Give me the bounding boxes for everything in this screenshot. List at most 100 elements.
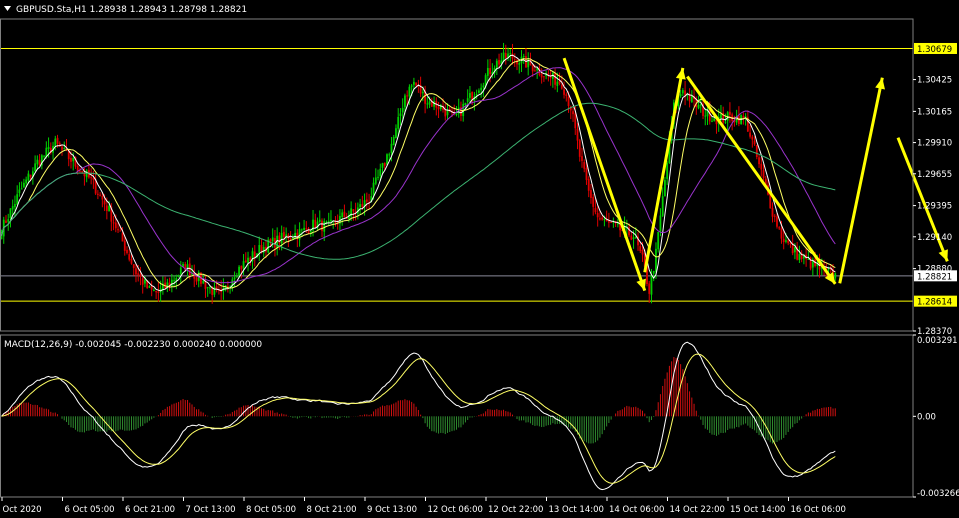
- candle-body: [141, 278, 144, 285]
- candle-body: [132, 264, 135, 269]
- candle-body: [469, 93, 471, 98]
- candle-body: [96, 193, 99, 195]
- candle-body: [303, 227, 305, 231]
- candle-body: [188, 263, 191, 276]
- candle-body: [314, 219, 317, 228]
- candle-body: [18, 189, 21, 194]
- candle-body: [664, 180, 666, 197]
- candle-body: [581, 156, 583, 161]
- candle-body: [697, 104, 700, 109]
- candle-body: [258, 245, 261, 253]
- candle-body: [213, 286, 216, 295]
- candle-body: [426, 103, 429, 105]
- price-tag-label: 1.30679: [917, 45, 952, 55]
- candle-body: [119, 230, 122, 232]
- candle-body: [247, 257, 249, 263]
- candle-body: [755, 145, 758, 157]
- price-axis-label: 1.29395: [917, 202, 952, 212]
- time-axis-label: 15 Oct 14:00: [730, 505, 785, 515]
- time-axis-label: 14 Oct 06:00: [609, 505, 664, 515]
- candle-body: [148, 286, 151, 288]
- candle-body: [787, 240, 790, 244]
- candle-body: [444, 109, 447, 117]
- candle-body: [240, 265, 243, 270]
- candle-body: [762, 170, 765, 179]
- candle-body: [262, 246, 265, 253]
- candle-body: [563, 89, 565, 95]
- price-chart[interactable]: 1.30679 1.30425 1.30165 1.29910 1.29655 1.293…: [0, 0, 959, 518]
- candle-body: [495, 60, 498, 68]
- candle-body: [79, 170, 81, 172]
- candle-body: [14, 204, 16, 208]
- candle-body: [594, 207, 597, 213]
- candle-body: [531, 65, 534, 72]
- candle-body: [681, 90, 684, 94]
- time-axis-label: 6 Oct 21:00: [125, 505, 175, 515]
- macd-axis-label: -0.003266: [917, 489, 959, 499]
- time-axis-label: 12 Oct 22:00: [488, 505, 543, 515]
- candle-body: [410, 85, 413, 87]
- candle-body: [101, 195, 104, 200]
- candle-body: [81, 170, 84, 173]
- candle-body: [482, 85, 485, 88]
- candle-body: [480, 87, 483, 91]
- candle-body: [114, 222, 117, 229]
- candle-body: [177, 274, 180, 278]
- time-axis-label: 6 Oct 05:00: [65, 505, 115, 515]
- candle-body: [542, 76, 545, 78]
- candle-body: [173, 280, 175, 282]
- time-axis-label: 16 Oct 06:00: [791, 505, 846, 515]
- candle-body: [34, 163, 37, 172]
- price-axis-label: 1.30165: [917, 107, 952, 117]
- candle-body: [233, 277, 236, 280]
- candle-body: [565, 94, 568, 96]
- candle-body: [690, 96, 693, 103]
- candle-body: [242, 261, 245, 269]
- time-axis-label: 5 Oct 2020: [0, 505, 42, 515]
- price-tag-label: 1.28614: [917, 298, 952, 308]
- candle-body: [374, 177, 377, 184]
- time-axis-label: 8 Oct 21:00: [307, 505, 357, 515]
- candle-body: [253, 251, 256, 258]
- candle-body: [785, 240, 787, 242]
- time-axis-label: 12 Oct 06:00: [428, 505, 483, 515]
- candle-body: [749, 132, 751, 137]
- time-axis-label: 14 Oct 22:00: [670, 505, 725, 515]
- candle-body: [195, 277, 198, 282]
- candle-body: [381, 163, 384, 168]
- candle-body: [215, 286, 218, 289]
- candle-body: [238, 266, 240, 277]
- candle-body: [76, 165, 79, 171]
- candle-body: [283, 231, 285, 237]
- time-axis-label: 7 Oct 13:00: [186, 505, 236, 515]
- candle-body: [486, 67, 489, 76]
- candle-body: [137, 273, 140, 275]
- candle-body: [576, 128, 579, 141]
- candle-body: [518, 63, 521, 65]
- time-axis-label: 8 Oct 05:00: [246, 505, 296, 515]
- candle-body: [560, 84, 563, 89]
- candle-body: [724, 121, 727, 123]
- candle-body: [271, 237, 274, 242]
- candle-body: [386, 154, 388, 165]
- price-axis-label: 1.29655: [917, 170, 952, 180]
- price-axis-label: 1.29910: [917, 139, 952, 149]
- candle-body: [157, 291, 160, 294]
- candle-body: [572, 111, 574, 115]
- candle-body: [117, 229, 119, 231]
- candle-body: [699, 104, 702, 106]
- candle-body: [278, 235, 281, 244]
- candle-body: [794, 247, 796, 253]
- symbol-header: GBPUSD.Sta,H1 1.28938 1.28943 1.28798 1.…: [16, 5, 247, 15]
- candle-body: [280, 232, 283, 244]
- candle-body: [128, 254, 131, 260]
- candle-body: [464, 102, 467, 106]
- candle-body: [632, 237, 635, 240]
- candle-body: [365, 199, 368, 202]
- candle-body: [477, 90, 480, 93]
- candle-body: [720, 114, 722, 119]
- candle-body: [666, 162, 669, 179]
- candle-body: [798, 254, 801, 261]
- candle-body: [361, 203, 364, 207]
- candle-body: [466, 98, 469, 102]
